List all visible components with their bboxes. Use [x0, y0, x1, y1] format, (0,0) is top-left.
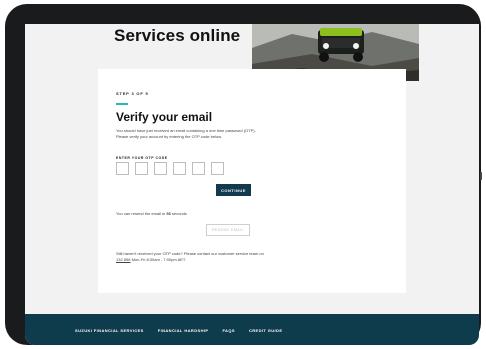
- continue-button[interactable]: CONTINUE: [216, 184, 251, 196]
- page-title: Services online: [114, 26, 241, 45]
- step-indicator: STEP 3 OF 5: [116, 91, 149, 96]
- accent-rule: [116, 103, 128, 105]
- otp-digit-1[interactable]: [116, 162, 129, 175]
- otp-digit-3[interactable]: [154, 162, 167, 175]
- otp-digit-4[interactable]: [173, 162, 186, 175]
- otp-digit-2[interactable]: [135, 162, 148, 175]
- browser-viewport: Services online STEP 3 OF 5 Verify your …: [25, 24, 479, 345]
- help-text: Still haven't received your OTP code? Pl…: [116, 251, 264, 263]
- otp-input-group: [116, 162, 230, 175]
- footer-link-credit-guide[interactable]: CREDIT GUIDE: [249, 328, 282, 333]
- phone-link[interactable]: 132 858: [116, 257, 130, 262]
- verify-email-card: STEP 3 OF 5 Verify your email You should…: [98, 69, 406, 293]
- site-footer: SUZUKI FINANCIAL SERVICES FINANCIAL HARD…: [25, 314, 479, 345]
- otp-digit-6[interactable]: [211, 162, 224, 175]
- form-intro: You should have just received an email c…: [116, 128, 256, 139]
- resend-prefix: You can resend the email in: [116, 211, 167, 216]
- otp-label: ENTER YOUR OTP CODE: [116, 156, 168, 160]
- resend-email-button[interactable]: RESEND EMAIL: [206, 224, 250, 236]
- footer-link-suzuki-financial-services[interactable]: SUZUKI FINANCIAL SERVICES: [75, 328, 144, 333]
- form-title: Verify your email: [116, 110, 213, 124]
- resend-countdown: You can resend the email in 56 seconds: [116, 211, 187, 216]
- help-suffix: Mon-Fri 8:30am - 7:00pm AET.: [130, 257, 187, 262]
- tablet-side-button: [480, 172, 482, 180]
- help-prefix: Still haven't received your OTP code? Pl…: [116, 251, 264, 256]
- footer-nav: SUZUKI FINANCIAL SERVICES FINANCIAL HARD…: [75, 328, 296, 333]
- footer-link-financial-hardship[interactable]: FINANCIAL HARDSHIP: [158, 328, 209, 333]
- otp-digit-5[interactable]: [192, 162, 205, 175]
- resend-suffix: seconds: [170, 211, 187, 216]
- tablet-frame: Services online STEP 3 OF 5 Verify your …: [5, 4, 481, 345]
- footer-link-faqs[interactable]: FAQS: [222, 328, 235, 333]
